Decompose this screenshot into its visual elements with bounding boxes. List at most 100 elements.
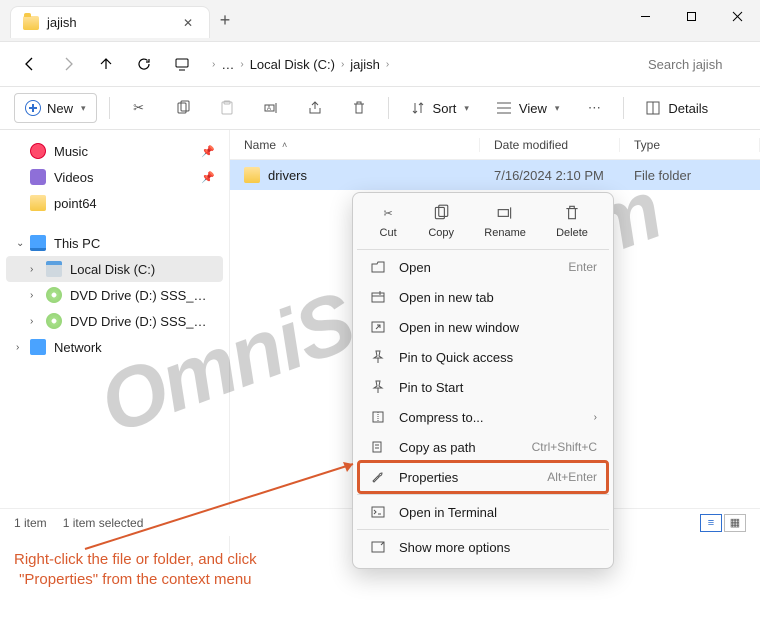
ctx-open[interactable]: OpenEnter [359, 252, 607, 282]
trash-icon [562, 203, 582, 223]
expand-icon[interactable]: › [16, 342, 19, 353]
chevron-down-icon: ▾ [555, 103, 560, 114]
grid-view-button[interactable]: ▦ [724, 514, 746, 532]
ctx-delete-button[interactable]: Delete [556, 203, 588, 239]
delete-button[interactable] [342, 93, 376, 123]
item-count: 1 item [14, 516, 47, 530]
video-icon [30, 169, 46, 185]
sidebar-item-videos[interactable]: Videos📌 [6, 164, 223, 190]
ctx-open-new-tab[interactable]: Open in new tab [359, 282, 607, 312]
column-date[interactable]: Date modified [480, 138, 620, 152]
pin-icon [369, 348, 387, 366]
separator [357, 494, 609, 495]
new-window-icon [369, 318, 387, 336]
refresh-button[interactable] [128, 48, 160, 80]
ctx-open-new-window[interactable]: Open in new window [359, 312, 607, 342]
column-name[interactable]: Name˄ [230, 138, 480, 152]
sidebar-item-point64[interactable]: point64 [6, 190, 223, 216]
details-button[interactable]: Details [636, 93, 716, 123]
paste-button[interactable] [210, 93, 244, 123]
search-input[interactable]: Search jajish [640, 51, 750, 78]
sidebar-item-localc[interactable]: ›Local Disk (C:) [6, 256, 223, 282]
back-button[interactable] [14, 48, 46, 80]
new-button[interactable]: New ▾ [14, 93, 97, 123]
context-top-actions: ✂Cut Copy Rename Delete [359, 199, 607, 247]
minimize-button[interactable] [622, 0, 668, 32]
ctx-pin-quick[interactable]: Pin to Quick access [359, 342, 607, 372]
sidebar-label: DVD Drive (D:) SSS_X64FRE_ [70, 288, 215, 303]
breadcrumb-folder[interactable]: jajish [350, 57, 380, 72]
column-type[interactable]: Type [620, 138, 760, 152]
ctx-cut-button[interactable]: ✂Cut [378, 203, 398, 239]
navigation-bar: › … › Local Disk (C:) › jajish › Search … [0, 42, 760, 86]
maximize-button[interactable] [668, 0, 714, 32]
chevron-icon: › [240, 59, 243, 70]
details-icon [644, 99, 662, 117]
cut-button[interactable]: ✂ [122, 93, 156, 123]
breadcrumb-disk[interactable]: Local Disk (C:) [250, 57, 335, 72]
new-tab-icon [369, 288, 387, 306]
copy-button[interactable] [166, 93, 200, 123]
separator [109, 97, 110, 119]
chevron-icon: › [341, 59, 344, 70]
folder-icon [244, 167, 260, 183]
table-row[interactable]: drivers 7/16/2024 2:10 PM File folder [230, 160, 760, 190]
shortcut: Ctrl+Shift+C [532, 440, 597, 454]
copy-icon [431, 203, 451, 223]
separator [357, 249, 609, 250]
tab-title: jajish [47, 15, 77, 30]
rename-button[interactable]: A [254, 93, 288, 123]
view-label: View [519, 101, 547, 116]
sort-button[interactable]: Sort ▾ [401, 93, 477, 123]
up-button[interactable] [90, 48, 122, 80]
ctx-terminal[interactable]: Open in Terminal [359, 497, 607, 527]
expand-icon[interactable]: › [30, 264, 33, 275]
ctx-copy-path[interactable]: Copy as pathCtrl+Shift+C [359, 432, 607, 462]
view-button[interactable]: View ▾ [487, 93, 567, 123]
sidebar-label: Music [54, 144, 88, 159]
sort-label: Sort [433, 101, 457, 116]
expand-icon[interactable]: › [30, 316, 33, 327]
monitor-icon[interactable] [166, 48, 198, 80]
breadcrumb-ellipsis[interactable]: … [221, 57, 234, 72]
sidebar-item-thispc[interactable]: ⌄This PC [6, 230, 223, 256]
paste-icon [218, 99, 236, 117]
ctx-compress[interactable]: Compress to...› [359, 402, 607, 432]
new-tab-button[interactable]: + [210, 10, 240, 31]
sidebar-item-dvd1[interactable]: › DVD Drive (D:) SSS_X64FRE_ [6, 282, 223, 308]
ctx-copy-button[interactable]: Copy [428, 203, 454, 239]
more-button[interactable]: ⋯ [577, 93, 611, 123]
forward-button[interactable] [52, 48, 84, 80]
sort-arrow-icon: ˄ [282, 140, 287, 150]
sidebar-label: Network [54, 340, 102, 355]
navigation-pane: Music📌 Videos📌 point64 ⌄This PC ›Local D… [0, 130, 230, 554]
close-button[interactable] [714, 0, 760, 32]
plus-icon [25, 100, 41, 116]
share-icon [306, 99, 324, 117]
annotation-text: Right-click the file or folder, and clic… [14, 550, 257, 591]
chevron-icon: › [386, 59, 389, 70]
command-bar: New ▾ ✂ A Sort ▾ View ▾ ⋯ Details [0, 86, 760, 130]
separator [623, 97, 624, 119]
ctx-properties[interactable]: PropertiesAlt+Enter [359, 462, 607, 492]
separator [388, 97, 389, 119]
expand-icon[interactable]: ⌄ [16, 238, 24, 249]
sidebar-label: Videos [54, 170, 94, 185]
ctx-rename-button[interactable]: Rename [484, 203, 526, 239]
sidebar-item-network[interactable]: › Network [6, 334, 223, 360]
window-tab[interactable]: jajish ✕ [10, 6, 210, 38]
expand-icon[interactable]: › [30, 290, 33, 301]
chevron-down-icon: ▾ [464, 103, 469, 114]
sidebar-item-music[interactable]: Music📌 [6, 138, 223, 164]
share-button[interactable] [298, 93, 332, 123]
pin-icon [369, 378, 387, 396]
sort-icon [409, 99, 427, 117]
ctx-show-more[interactable]: Show more options [359, 532, 607, 562]
ctx-pin-start[interactable]: Pin to Start [359, 372, 607, 402]
list-view-button[interactable]: ≡ [700, 514, 722, 532]
sidebar-label: DVD Drive (D:) SSS_X64FRE_E [70, 314, 215, 329]
tab-close-button[interactable]: ✕ [181, 16, 195, 30]
pc-icon [30, 235, 46, 251]
sidebar-item-dvd2[interactable]: › DVD Drive (D:) SSS_X64FRE_E [6, 308, 223, 334]
network-icon [30, 339, 46, 355]
